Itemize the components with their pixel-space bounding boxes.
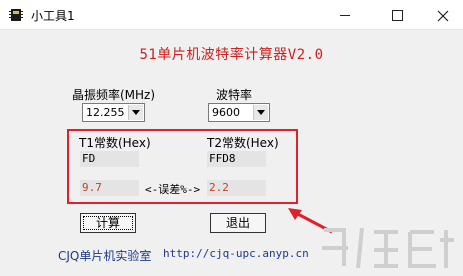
t2-constant-field: FFD8	[207, 151, 266, 167]
maximize-icon	[391, 10, 403, 21]
t1-constant-field: FD	[80, 151, 139, 167]
crystal-frequency-label: 晶振频率(MHz)	[72, 88, 156, 102]
t2-error-field: 2.2	[207, 180, 266, 196]
watermark-logo-icon	[322, 227, 454, 269]
calculate-button[interactable]: 计算	[80, 213, 136, 233]
baud-rate-label: 波特率	[216, 88, 253, 102]
maximize-button[interactable]	[377, 0, 417, 30]
baud-rate-value: 9600	[212, 106, 240, 119]
app-heading: 51单片机波特率计算器V2.0	[139, 47, 324, 63]
crystal-frequency-select[interactable]: 12.255	[82, 103, 145, 122]
minimize-icon	[340, 15, 350, 16]
exit-button[interactable]: 退出	[210, 213, 266, 233]
minimize-button[interactable]	[325, 0, 365, 30]
baud-rate-select[interactable]: 9600	[208, 103, 270, 122]
app-chip-icon	[8, 7, 24, 23]
close-icon	[437, 10, 449, 21]
crystal-frequency-value: 12.255	[86, 106, 125, 119]
title-bar[interactable]: 小工具1	[0, 0, 463, 30]
chevron-down-icon[interactable]	[128, 105, 143, 120]
window-title: 小工具1	[31, 9, 75, 23]
lab-name: CJQ单片机实验室	[58, 249, 152, 263]
website-url[interactable]: http://cjq-upc.anyp.cn	[163, 247, 309, 260]
close-button[interactable]	[423, 0, 463, 30]
t1-error-field: 9.7	[80, 180, 139, 196]
t1-constant-label: T1常数(Hex)	[79, 136, 151, 150]
error-label: <-误差%->	[145, 183, 201, 196]
chevron-down-icon[interactable]	[253, 105, 268, 120]
t2-constant-label: T2常数(Hex)	[207, 136, 279, 150]
